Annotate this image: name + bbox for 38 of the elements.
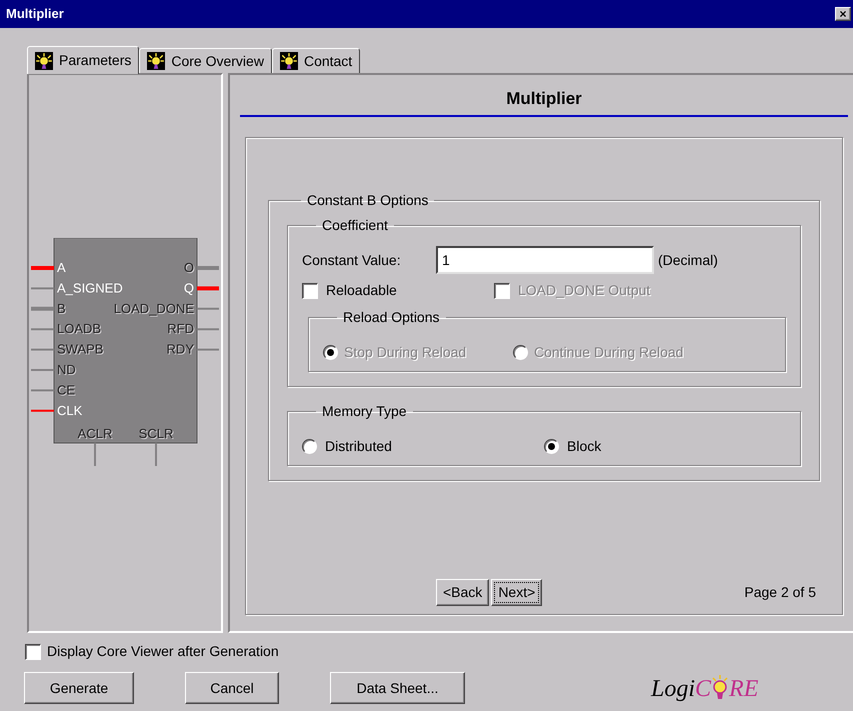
tab[interactable]: Core Overview — [139, 48, 272, 73]
checkbox-label: Reloadable — [326, 281, 397, 300]
unit-label: (Decimal) — [658, 250, 718, 270]
checkbox[interactable] — [25, 644, 41, 660]
dialog-button[interactable]: Cancel — [185, 672, 279, 704]
checkbox[interactable] — [302, 282, 318, 298]
window-title: Multiplier — [6, 5, 64, 24]
logo-text: C — [695, 677, 712, 701]
radio-button[interactable] — [302, 439, 317, 454]
close-button[interactable]: × — [835, 7, 851, 21]
lightbulb-icon — [280, 52, 298, 70]
radio-label: Stop During Reload — [344, 343, 466, 362]
logo-text: Logi — [651, 677, 696, 701]
logo-text: RE — [729, 677, 758, 701]
dialog-button[interactable]: Data Sheet... — [330, 672, 465, 704]
lightbulb-icon — [147, 52, 166, 70]
radio-label: Continue During Reload — [534, 343, 684, 362]
tab[interactable]: Parameters — [27, 46, 140, 74]
field-label: Constant Value: — [302, 250, 402, 270]
lightbulb-icon — [711, 675, 730, 701]
tab[interactable]: Contact — [272, 48, 360, 73]
group-title: Reload Options — [342, 308, 441, 327]
back-button[interactable]: <Back — [436, 579, 490, 606]
group-title: Coefficient — [321, 216, 389, 235]
radio-button[interactable] — [544, 439, 559, 454]
radio-label: Block — [567, 437, 602, 456]
page-indicator: Page 2 of 5 — [744, 583, 816, 602]
lightbulb-icon — [35, 52, 53, 70]
radio-label: Distributed — [325, 437, 392, 456]
dialog-button[interactable]: Generate — [24, 672, 134, 704]
page-heading: Multiplier — [240, 83, 848, 117]
group-title: Memory Type — [321, 402, 408, 421]
constant-value-field[interactable]: 1 — [436, 246, 654, 274]
checkbox-label: Display Core Viewer after Generation — [47, 642, 279, 661]
group-title: Constant B Options — [306, 191, 430, 210]
core-symbol-drawing: A A_SIGNED B LOADB SWAPB ND CE CLK O Q LOAD_DONE RFD RDY ACLR SCLR — [31, 238, 221, 468]
next-button[interactable]: Next> — [491, 579, 542, 606]
checkbox-label: LOAD_DONE Output — [518, 281, 650, 300]
